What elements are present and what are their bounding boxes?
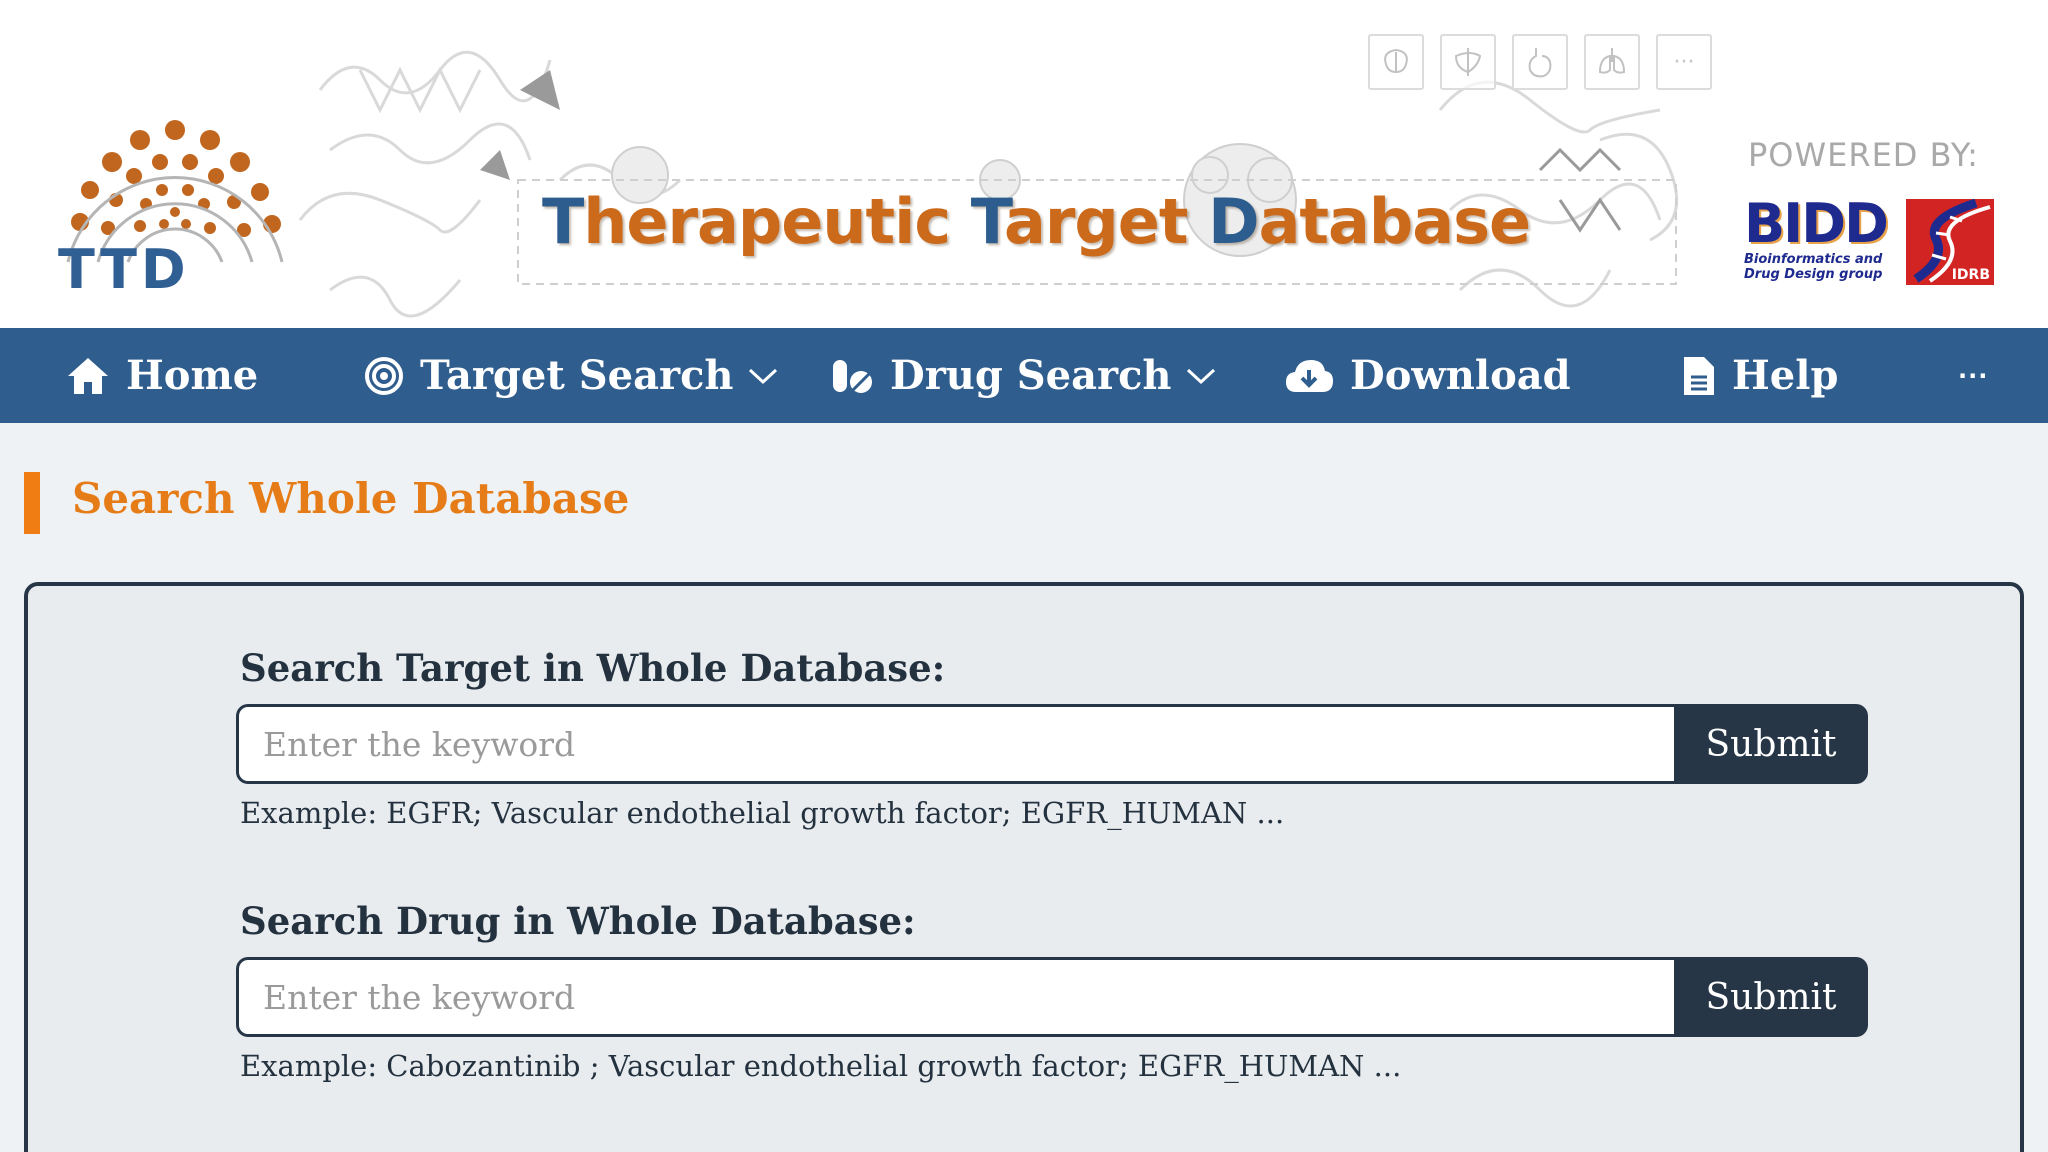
target-search-example: Example: EGFR; Vascular endothelial grow… [240,796,1285,830]
target-icon [364,356,404,396]
target-search-label: Search Target in Whole Database: [240,646,946,690]
chevron-down-icon [1186,367,1216,385]
cloud-download-icon [1284,356,1334,396]
bidd-logo[interactable]: BIDD Bioinformatics and Drug Design grou… [1744,192,1889,288]
section-title: Search Whole Database [72,474,630,523]
nav-help-label: Help [1732,352,1839,399]
nav-help[interactable]: Help [1682,328,1838,423]
brain-icon[interactable] [1368,34,1424,90]
site-title-part: arget [1004,185,1209,258]
pills-icon [830,356,874,396]
drug-search-form: Submit [236,957,1868,1037]
nav-home-label: Home [126,352,259,399]
bidd-logo-subtitle-2: Drug Design group [1744,267,1883,282]
target-search-form: Submit [236,704,1868,784]
powered-by-label: POWERED BY: [1748,136,1979,174]
stomach-icon[interactable] [1512,34,1568,90]
site-title-part: herapeutic [583,185,971,258]
bidd-logo-name: BIDD [1744,192,1889,255]
document-icon [1682,355,1716,397]
target-search-input[interactable] [236,704,1674,784]
ttd-logo-text: TTD [58,238,190,301]
idrb-logo-text: IDRB [1951,267,1990,283]
lungs-icon[interactable] [1584,34,1640,90]
home-icon [66,356,110,396]
nav-download[interactable]: Download [1284,328,1571,423]
site-title-part: D [1208,185,1259,258]
more-organs-icon[interactable]: ··· [1656,34,1712,90]
chevron-down-icon [748,367,778,385]
drug-search-input[interactable] [236,957,1674,1037]
site-title-part: atabase [1258,185,1531,258]
drug-search-label: Search Drug in Whole Database: [240,899,916,943]
organ-icon-bar: ··· [1368,34,1712,90]
nav-download-label: Download [1350,352,1571,399]
site-title-part: T [542,185,584,258]
idrb-logo[interactable]: IDRB [1906,199,1994,285]
nav-drug-search-label: Drug Search [890,352,1172,399]
search-panel: Search Target in Whole Database: Submit … [24,582,2024,1152]
nav-more-icon[interactable]: ··· [1958,362,1988,390]
site-title: Therapeutic Target Database [542,185,1531,258]
header-banner: TTD Therapeutic Target Database ··· POWE… [0,0,2048,328]
nav-target-search[interactable]: Target Search [364,328,778,423]
nav-drug-search[interactable]: Drug Search [830,328,1216,423]
bidd-logo-subtitle-1: Bioinformatics and [1744,252,1883,267]
section-accent-bar [24,472,40,534]
nav-target-search-label: Target Search [420,352,734,399]
nav-home[interactable]: Home [66,328,258,423]
drug-submit-button[interactable]: Submit [1674,957,1868,1037]
protein-structure-background [298,50,1679,318]
target-submit-button[interactable]: Submit [1674,704,1868,784]
site-title-part: T [970,185,1005,258]
liver-icon[interactable] [1440,34,1496,90]
drug-search-example: Example: Cabozantinib ; Vascular endothe… [240,1049,1402,1083]
main-nav: Home Target Search Drug Search Download … [0,328,2048,423]
